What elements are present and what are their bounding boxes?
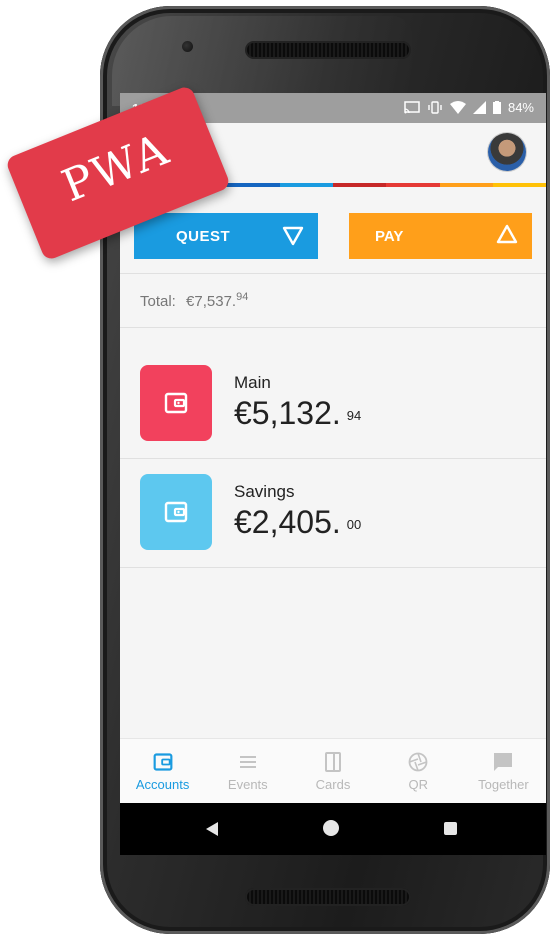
nav-label: Accounts xyxy=(135,777,190,792)
aperture-icon xyxy=(408,752,428,772)
signal-icon xyxy=(472,101,486,114)
nav-together[interactable]: Together xyxy=(461,739,546,804)
nav-label: Together xyxy=(478,777,529,792)
triangle-down-icon xyxy=(282,226,304,246)
top-speaker xyxy=(245,41,411,59)
request-button[interactable]: QUEST xyxy=(134,213,318,259)
total-cents: 94 xyxy=(236,291,249,303)
nav-qr[interactable]: QR xyxy=(376,739,461,804)
bottom-nav: Accounts Events Cards QR Together xyxy=(120,738,546,804)
account-tile xyxy=(140,474,212,550)
list-icon xyxy=(239,756,256,768)
battery-percent: 84% xyxy=(507,100,534,115)
nav-label: Cards xyxy=(315,777,351,792)
account-savings[interactable]: Savings €2,405. 00 xyxy=(120,474,546,582)
nav-cards[interactable]: Cards xyxy=(290,739,375,804)
chat-icon xyxy=(494,753,513,771)
stripe-segment xyxy=(226,183,280,187)
phone-screen: 11:0 84% ts xyxy=(120,93,546,855)
bottom-speaker xyxy=(245,888,411,906)
total-label: Total: xyxy=(140,293,176,310)
battery-icon xyxy=(492,101,501,114)
card-icon xyxy=(325,752,341,772)
divider xyxy=(120,458,546,459)
total-balance: Total: €7,537.94 xyxy=(140,291,248,310)
pay-button[interactable]: PAY xyxy=(349,213,532,259)
wifi-icon xyxy=(449,101,466,114)
total-amount: €7,537. xyxy=(186,293,237,310)
recent-apps-icon[interactable] xyxy=(444,822,457,835)
account-amount-cents: 94 xyxy=(346,408,362,424)
account-amount-whole: €5,132. xyxy=(234,395,341,431)
action-buttons: QUEST PAY xyxy=(120,213,546,259)
request-button-label: QUEST xyxy=(176,228,231,245)
wallet-icon xyxy=(153,753,173,771)
nav-events[interactable]: Events xyxy=(205,739,290,804)
account-name: Savings xyxy=(234,482,295,501)
back-icon[interactable] xyxy=(206,822,218,836)
stripe-segment xyxy=(439,183,493,187)
account-main[interactable]: Main €5,132. 94 xyxy=(120,365,546,473)
stripe-segment xyxy=(333,183,387,187)
cast-icon xyxy=(404,101,420,114)
vibrate-icon xyxy=(428,101,442,114)
divider xyxy=(120,273,546,274)
home-icon[interactable] xyxy=(323,820,339,836)
account-amount-cents: 00 xyxy=(346,517,362,533)
nav-label: Events xyxy=(227,777,268,792)
system-nav-bar xyxy=(120,803,546,855)
front-camera xyxy=(182,41,193,52)
wallet-icon xyxy=(164,501,188,523)
status-icons: 84% xyxy=(404,100,534,115)
pay-button-label: PAY xyxy=(375,228,404,245)
stripe-segment xyxy=(492,183,546,187)
account-name: Main xyxy=(234,373,271,392)
stripe-segment xyxy=(386,183,440,187)
account-amount: €2,405. 00 xyxy=(234,504,361,541)
wallet-icon xyxy=(164,392,188,414)
nav-accounts[interactable]: Accounts xyxy=(120,739,205,804)
account-amount: €5,132. 94 xyxy=(234,395,361,432)
stripe-segment xyxy=(279,183,333,187)
divider xyxy=(120,327,546,328)
divider xyxy=(120,567,546,568)
nav-label: QR xyxy=(408,777,428,792)
triangle-up-icon xyxy=(496,224,518,244)
account-tile xyxy=(140,365,212,441)
account-amount-whole: €2,405. xyxy=(234,504,341,540)
avatar[interactable] xyxy=(488,133,526,171)
